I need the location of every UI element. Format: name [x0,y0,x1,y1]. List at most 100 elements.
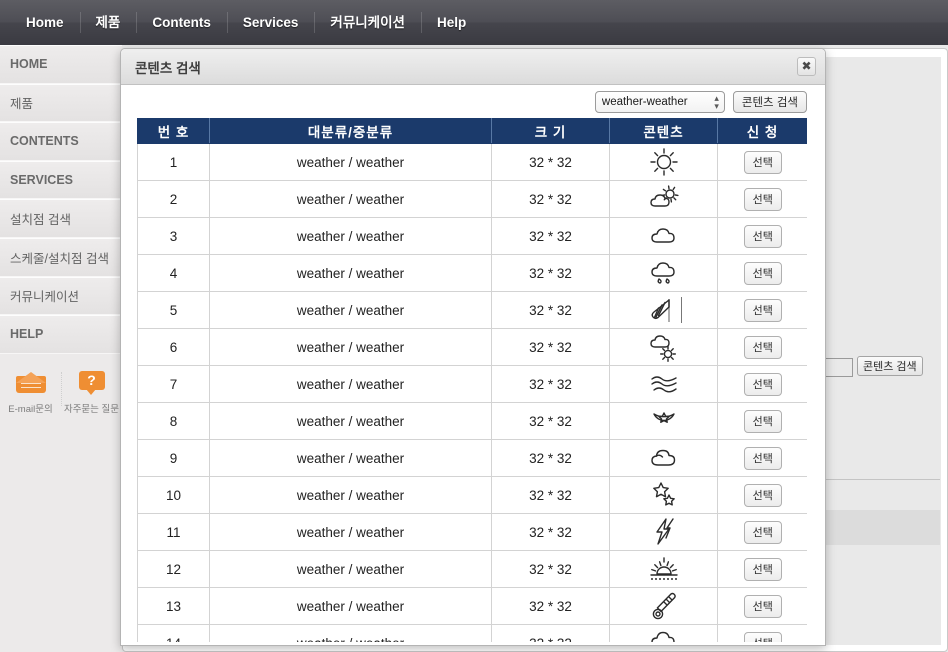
cell-number: 14 [137,624,210,642]
windsock-icon [609,291,718,329]
text-cursor [681,297,682,323]
close-icon[interactable]: ✖ [797,57,816,76]
background-search-button[interactable]: 콘텐츠 검색 [857,356,923,376]
shortcut-faq[interactable]: ? 자주묻는 질문 [61,368,122,415]
select-button[interactable]: 선택 [743,409,782,433]
select-button[interactable]: 선택 [743,335,782,359]
cell-apply: 선택 [717,513,807,551]
nav-help[interactable]: Help [420,0,482,45]
cell-size: 32 * 32 [491,143,610,181]
nav-home[interactable]: Home [10,0,80,45]
cell-apply: 선택 [717,550,807,588]
select-button[interactable]: 선택 [743,594,782,618]
select-button[interactable]: 선택 [743,520,782,544]
select-button[interactable]: 선택 [743,298,782,322]
sidebar-item-home[interactable]: HOME [0,45,122,84]
nav-services[interactable]: Services [226,0,315,45]
shortcut-email[interactable]: E-mail문의 [0,368,61,415]
modal-body: weather-weather ▴ ▾ 콘텐츠 검색 번 호 대분류/중분류 크 기콘… [121,85,825,645]
sidebar-item-schedule-dealer-search[interactable]: 스케줄/설치점 검색 [0,237,122,277]
cell-category: weather / weather [209,550,492,588]
cell-number: 2 [137,180,210,218]
select-button[interactable]: 선택 [743,483,782,507]
cell-size: 32 * 32 [491,365,610,403]
content-table-body: 1 weather / weather 32 * 32 선택 2 weather / we… [137,143,807,642]
content-table: 번 호 대분류/중분류 크 기 콘텐츠 신 청 1 weather / weather 32… [137,118,807,642]
question-bubble-icon: ? [78,368,105,398]
cell-number: 7 [137,365,210,403]
cell-number: 12 [137,550,210,588]
sidebar-item-dealer-search[interactable]: 설치점 검색 [0,199,122,238]
cell-apply: 선택 [717,439,807,477]
cell-number: 9 [137,439,210,477]
category-select[interactable]: weather-weather [594,91,725,113]
cell-category: weather / weather [209,254,492,292]
cell-apply: 선택 [717,328,807,366]
select-button[interactable]: 선택 [743,224,782,248]
cell-apply: 선택 [717,180,807,218]
cell-category: weather / weather [209,624,492,642]
shortcut-label: E-mail문의 [8,403,53,415]
select-button[interactable]: 선택 [743,187,782,211]
sun-behind-cloud-icon [609,180,718,218]
cell-category: weather / weather [209,513,492,551]
sidebar-item-products[interactable]: 제품 [0,83,122,123]
sidebar-item-communication[interactable]: 커뮤니케이션 [0,276,122,316]
select-button[interactable]: 선택 [743,261,782,285]
table-row: 10 weather / weather 32 * 32 선택 [137,476,807,514]
col-content: 콘텐츠 [609,118,718,144]
sidebar-item-contents[interactable]: CONTENTS [0,122,122,161]
cell-number: 10 [137,476,210,514]
select-button[interactable]: 선택 [743,372,782,396]
select-button[interactable]: 선택 [743,446,782,470]
cell-size: 32 * 32 [491,550,610,588]
cell-category: weather / weather [209,587,492,625]
cell-size: 32 * 32 [491,587,610,625]
cell-apply: 선택 [717,291,807,329]
envelope-icon [15,368,46,398]
fog-waves-icon [609,365,718,403]
cell-number: 8 [137,402,210,440]
sidebar-item-services[interactable]: SERVICES [0,160,122,200]
cell-size: 32 * 32 [491,180,610,218]
cell-size: 32 * 32 [491,513,610,551]
cell-category: weather / weather [209,143,492,181]
table-row: 2 weather / weather 32 * 32 선택 [137,180,807,218]
cloud-outline-icon [609,439,718,477]
content-search-modal: 콘텐츠 검색 ✖ weather-weather ▴ ▾ 콘텐츠 검색 번 호 대분… [120,48,826,646]
cell-number: 13 [137,587,210,625]
table-row: 6 weather / weather 32 * 32 선택 [137,328,807,366]
cell-category: weather / weather [209,328,492,366]
cell-size: 32 * 32 [491,402,610,440]
category-select-wrapper: weather-weather ▴ ▾ [594,91,725,113]
sidebar-item-help[interactable]: HELP [0,315,122,354]
table-row: 13 weather / weather 32 * 32 선택 [137,587,807,625]
select-button[interactable]: 선택 [743,150,782,174]
cell-number: 11 [137,513,210,551]
cell-size: 32 * 32 [491,217,610,255]
col-size: 크 기 [491,118,610,144]
cell-number: 1 [137,143,210,181]
left-sidebar: HOME 제품 CONTENTS SERVICES 설치점 검색 스케줄/설치점 검색 커뮤… [0,45,122,652]
cell-category: weather / weather [209,402,492,440]
modal-search-button[interactable]: 콘텐츠 검색 [732,91,807,113]
select-button[interactable]: 선택 [743,557,782,581]
cell-number: 4 [137,254,210,292]
snow-cloud-icon [609,624,718,642]
page-root: Home 제품 Contents Services 커뮤니케이션 Help HOME 제품 C… [0,0,948,652]
shortcut-label: 자주묻는 질문 [63,403,120,415]
modal-header: 콘텐츠 검색 ✖ [121,49,825,85]
cell-size: 32 * 32 [491,439,610,477]
table-row: 8 weather / weather 32 * 32 선택 [137,402,807,440]
cell-category: weather / weather [209,180,492,218]
select-button[interactable]: 선택 [743,631,782,642]
sun-icon [609,143,718,181]
nav-products[interactable]: 제품 [79,0,137,45]
lightning-bolts-icon [609,513,718,551]
sidebar-shortcuts: E-mail문의? 자주묻는 질문 [0,368,122,415]
nav-communication[interactable]: 커뮤니케이션 [314,0,421,45]
nav-contents[interactable]: Contents [136,0,227,45]
crescent-moon-star-icon [609,402,718,440]
cell-number: 6 [137,328,210,366]
cell-category: weather / weather [209,365,492,403]
